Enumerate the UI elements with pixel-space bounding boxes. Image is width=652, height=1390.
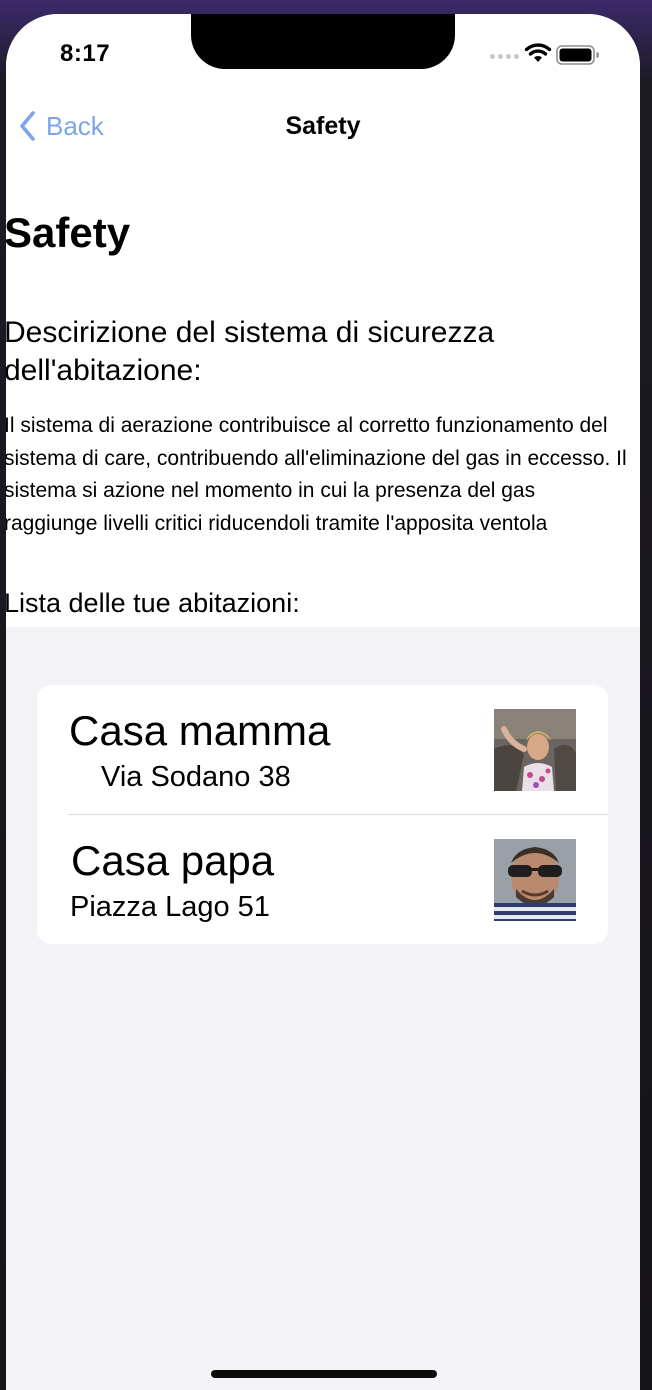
home-name: Casa mamma	[69, 707, 331, 754]
cellular-signal-icon	[490, 54, 519, 59]
page-title: Safety	[6, 209, 131, 256]
list-heading: Lista delle tue abitazioni:	[6, 588, 300, 618]
homes-list: Casa mamma Via Sodano 38 Casa papa Piazz…	[37, 685, 608, 944]
description-text: Il sistema di aerazione contribuisce al …	[6, 414, 627, 535]
list-item[interactable]: Casa mamma Via Sodano 38	[37, 685, 608, 814]
home-indicator[interactable]	[211, 1370, 437, 1378]
section-heading: Descirizione del sistema di sicurezza de…	[6, 316, 495, 387]
avatar	[494, 709, 576, 791]
device-notch	[191, 14, 455, 69]
avatar	[494, 839, 576, 921]
wifi-icon	[524, 43, 552, 62]
phone-screen: 8:17 Back Safety Safety Descirizione del…	[6, 14, 640, 1390]
status-icons	[490, 42, 640, 72]
status-time: 8:17	[60, 40, 111, 67]
home-address: Piazza Lago 51	[70, 891, 270, 923]
list-item[interactable]: Casa papa Piazza Lago 51	[37, 815, 608, 944]
home-name: Casa papa	[71, 837, 275, 884]
battery-icon	[556, 45, 599, 65]
nav-title: Safety	[285, 112, 361, 140]
home-address: Via Sodano 38	[101, 761, 291, 793]
